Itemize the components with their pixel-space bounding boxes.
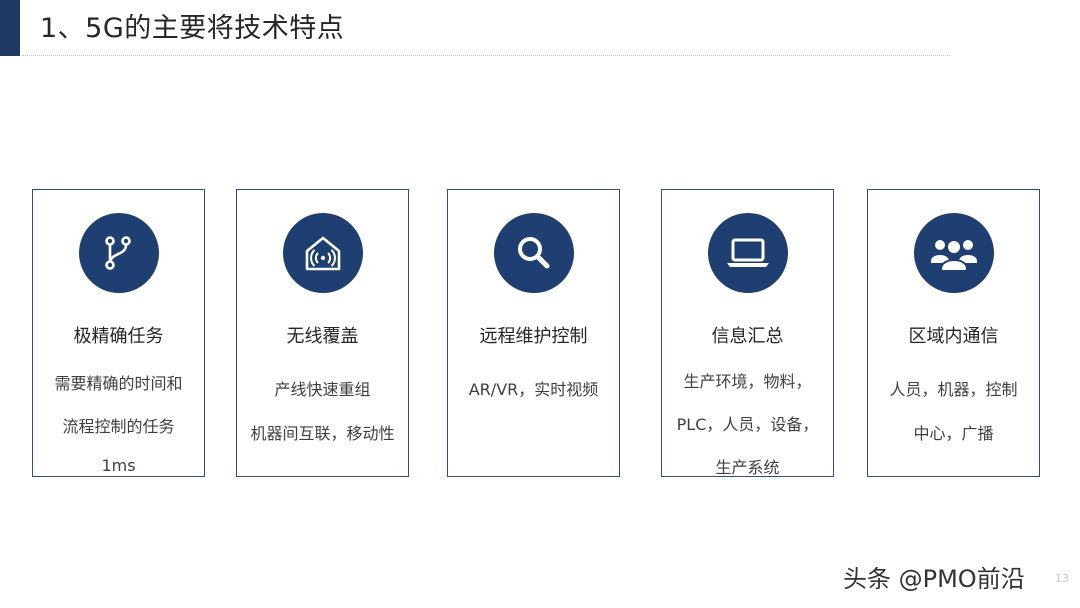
git-branch-icon xyxy=(79,213,159,293)
feature-card-wireless-coverage: 无线覆盖 产线快速重组 机器间互联，移动性 xyxy=(236,189,409,477)
card-desc-line: 需要精确的时间和 xyxy=(54,374,183,393)
card-title: 远程维护控制 xyxy=(479,326,588,347)
feature-card-area-communication: 区域内通信 人员，机器，控制 中心，广播 xyxy=(867,189,1040,477)
card-title: 区域内通信 xyxy=(908,326,999,347)
wifi-house-icon xyxy=(283,213,363,293)
laptop-icon xyxy=(708,213,788,293)
card-desc-line: AR/VR，实时视频 xyxy=(468,380,599,399)
card-desc-line: 流程控制的任务 xyxy=(62,417,175,436)
card-title: 极精确任务 xyxy=(73,326,164,347)
title-accent-bar xyxy=(0,0,20,56)
card-desc-line: 生产环境，物料， xyxy=(683,372,812,391)
card-desc-line: 1ms xyxy=(101,456,136,475)
card-desc-line: 生产系统 xyxy=(715,458,780,477)
users-icon xyxy=(914,213,994,293)
card-desc-line: PLC，人员，设备， xyxy=(676,415,819,434)
feature-card-precise-tasks: 极精确任务 需要精确的时间和 流程控制的任务 1ms xyxy=(32,189,205,477)
title-divider xyxy=(22,55,950,56)
card-title: 信息汇总 xyxy=(711,326,784,347)
card-desc-line: 人员，机器，控制 xyxy=(889,380,1018,399)
card-desc-line: 产线快速重组 xyxy=(274,380,371,399)
card-title: 无线覆盖 xyxy=(286,326,359,347)
source-watermark: 头条 @PMO前沿 xyxy=(843,565,1025,593)
card-desc-line: 中心，广播 xyxy=(913,424,994,443)
slide-title: 1、5G的主要将技术特点 xyxy=(40,13,345,44)
search-icon xyxy=(494,213,574,293)
feature-card-remote-control: 远程维护控制 AR/VR，实时视频 xyxy=(447,189,620,477)
page-number: 13 xyxy=(1055,572,1069,585)
feature-card-info-aggregation: 信息汇总 生产环境，物料， PLC，人员，设备， 生产系统 xyxy=(661,189,834,477)
card-desc-line: 机器间互联，移动性 xyxy=(250,424,395,443)
